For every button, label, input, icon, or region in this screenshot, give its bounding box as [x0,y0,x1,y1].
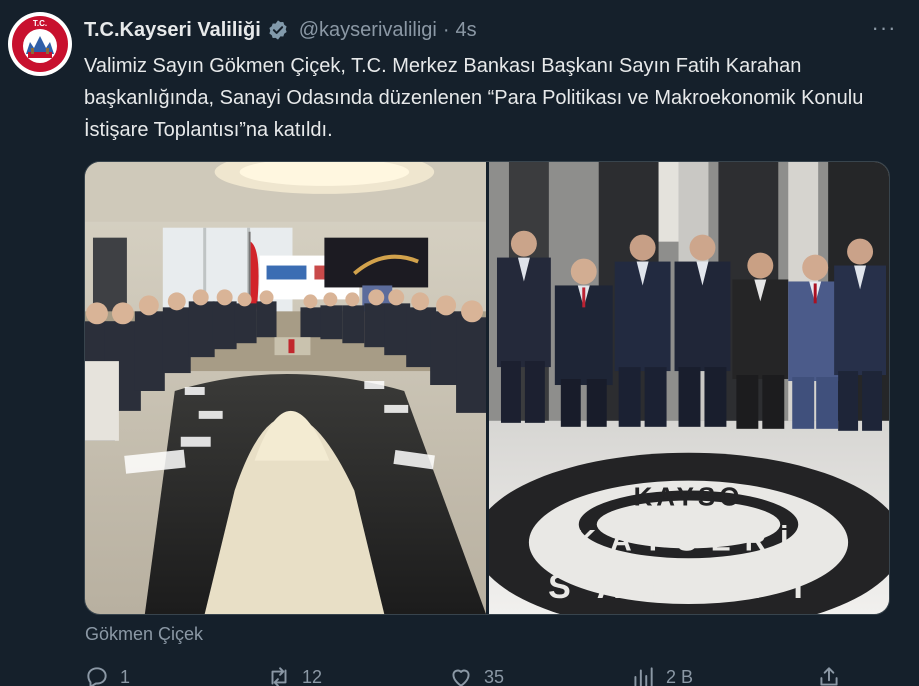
media-caption[interactable]: Gökmen Çiçek [85,624,203,645]
photo-group[interactable]: KAYSO KAYSERİ SANAYİ [489,162,889,614]
reply-count: 1 [120,666,131,686]
retweet-count: 12 [302,666,323,686]
photo-meeting[interactable] [85,162,486,614]
like-icon [452,669,470,686]
avatar-text: T.C. [33,19,47,28]
reply-icon [87,667,107,686]
tweet-actions: 1 12 35 2 B [84,664,884,686]
media-grid: KAYSO KAYSERİ SANAYİ [84,161,890,615]
display-name[interactable]: T.C.Kayseri Valiliği [84,19,261,42]
group-photo-image: KAYSO KAYSERİ SANAYİ [489,162,889,614]
reply-button[interactable]: 1 [84,664,130,686]
retweet-icon [271,667,287,686]
avatar-logo-icon: T.C. [9,13,71,75]
separator-dot: · [442,18,450,41]
meeting-photo-image [85,162,486,614]
share-icon [820,667,838,686]
handle[interactable]: @kayserivaliligi [299,19,437,42]
timestamp[interactable]: 4s [456,19,477,42]
floor-logo-outer-top-text: KAYSERİ [575,524,803,557]
tweet-header: T.C.Kayseri Valiliği @kayserivaliligi · … [84,16,477,44]
verified-badge-icon [267,19,289,41]
like-count: 35 [484,666,505,686]
more-icon[interactable]: ··· [871,15,897,40]
like-button[interactable]: 35 [448,664,504,686]
views-button[interactable]: 2 B [630,664,693,686]
floor-logo-outer-bottom-text: SANAYİ [548,568,829,606]
views-icon [634,667,653,686]
floor-logo-inner-text: KAYSO [634,484,744,512]
avatar[interactable]: T.C. [8,12,72,76]
share-button[interactable] [816,664,852,686]
tweet: T.C. T.C.Kayseri Valiliği @kayserivalili… [0,0,919,686]
tweet-text: Valimiz Sayın Gökmen Çiçek, T.C. Merkez … [84,55,864,141]
views-count: 2 B [666,666,694,686]
retweet-button[interactable]: 12 [266,664,322,686]
